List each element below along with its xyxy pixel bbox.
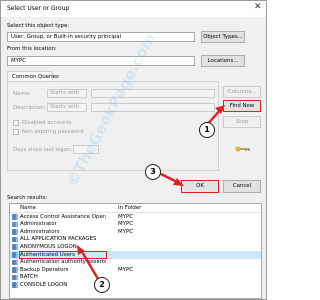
title-bar: Select User or Group ✕ — [1, 1, 266, 17]
group-icon — [12, 274, 18, 281]
row-folder: MYPC — [118, 228, 133, 235]
group-icon — [12, 282, 18, 288]
row-name: Access Control Assistance Operat... — [20, 213, 106, 220]
row-name: Authentication authority asserted... — [20, 259, 106, 266]
search-results-list[interactable]: Name In Folder Access Control Assistance… — [9, 203, 262, 299]
non-expiring-password-label: Non expiring password — [22, 129, 84, 135]
search-results-label: Search results: — [7, 195, 48, 201]
row-name: ANONYMOUS LOGON — [20, 243, 77, 250]
group-icon — [12, 236, 18, 243]
stop-button[interactable]: Stop — [223, 116, 261, 128]
table-row[interactable]: ALL APPLICATION PACKAGES — [10, 236, 261, 244]
step-2-badge: 2 — [94, 277, 110, 293]
ok-button[interactable]: OK — [181, 180, 219, 193]
window-title: Select User or Group — [7, 5, 70, 12]
select-user-or-group-dialog: Select User or Group ✕ Select this objec… — [0, 0, 267, 300]
description-label: Description: — [13, 105, 46, 111]
group-icon — [12, 251, 18, 258]
group-icon — [12, 267, 18, 273]
object-types-button[interactable]: Object Types... — [201, 31, 245, 43]
table-row[interactable]: Authentication authority asserted... — [10, 259, 261, 267]
group-icon — [12, 229, 18, 235]
table-row[interactable]: Administrator MYPC — [10, 221, 261, 229]
group-icon — [12, 259, 18, 266]
name-operator-select[interactable]: Starts with — [47, 89, 87, 98]
row-name: BATCH — [20, 274, 38, 281]
table-row[interactable]: Administrators MYPC — [10, 228, 261, 236]
close-icon[interactable]: ✕ — [254, 3, 262, 12]
table-row[interactable]: CONSOLE LOGON — [10, 281, 261, 289]
disabled-accounts-checkbox[interactable] — [13, 120, 19, 126]
column-header-name[interactable]: Name — [20, 205, 36, 211]
row-name: Administrators — [20, 228, 60, 235]
row-name: ALL APPLICATION PACKAGES — [20, 236, 97, 243]
find-now-button[interactable]: Find Now — [223, 100, 261, 112]
location-label: From this location: — [7, 46, 57, 52]
table-row[interactable]: ANONYMOUS LOGON — [10, 243, 261, 251]
object-type-label: Select this object type: — [7, 23, 70, 29]
user-icon — [12, 221, 18, 228]
name-label: Name: — [13, 91, 31, 97]
object-type-field: User, Group, or Built-in security princi… — [7, 32, 195, 42]
row-name: Authenticated Users — [19, 250, 107, 259]
step-3-badge: 3 — [145, 164, 161, 180]
table-row[interactable]: BATCH — [10, 274, 261, 282]
row-name: Administrator — [20, 221, 57, 228]
table-row[interactable]: Backup Operators MYPC — [10, 266, 261, 274]
results-header: Name In Folder — [10, 204, 261, 213]
group-icon — [12, 214, 18, 220]
table-row[interactable]: Access Control Assistance Operat... MYPC — [10, 213, 261, 221]
step-1-badge: 1 — [199, 122, 215, 138]
object-picker-icon — [235, 146, 250, 152]
non-expiring-password-checkbox[interactable] — [13, 129, 19, 135]
disabled-accounts-label: Disabled accounts — [22, 120, 72, 126]
description-operator-select[interactable]: Starts with — [47, 103, 87, 112]
row-folder: MYPC — [118, 213, 133, 220]
cancel-button[interactable]: Cancel — [223, 180, 261, 193]
column-header-in-folder[interactable]: In Folder — [118, 205, 141, 211]
row-folder: MYPC — [118, 221, 133, 228]
row-name: Backup Operators — [20, 266, 69, 273]
columns-button[interactable]: Columns... — [223, 86, 261, 98]
results-rows: Access Control Assistance Operat...MYPCA… — [10, 213, 261, 289]
table-row[interactable]: Authenticated Users — [10, 250, 261, 259]
location-field: MYPC — [7, 56, 195, 66]
locations-button[interactable]: Locations... — [201, 55, 245, 67]
days-since-logon-label: Days since last logon: — [13, 147, 73, 153]
group-icon — [12, 244, 18, 250]
row-folder: MYPC — [118, 266, 133, 273]
